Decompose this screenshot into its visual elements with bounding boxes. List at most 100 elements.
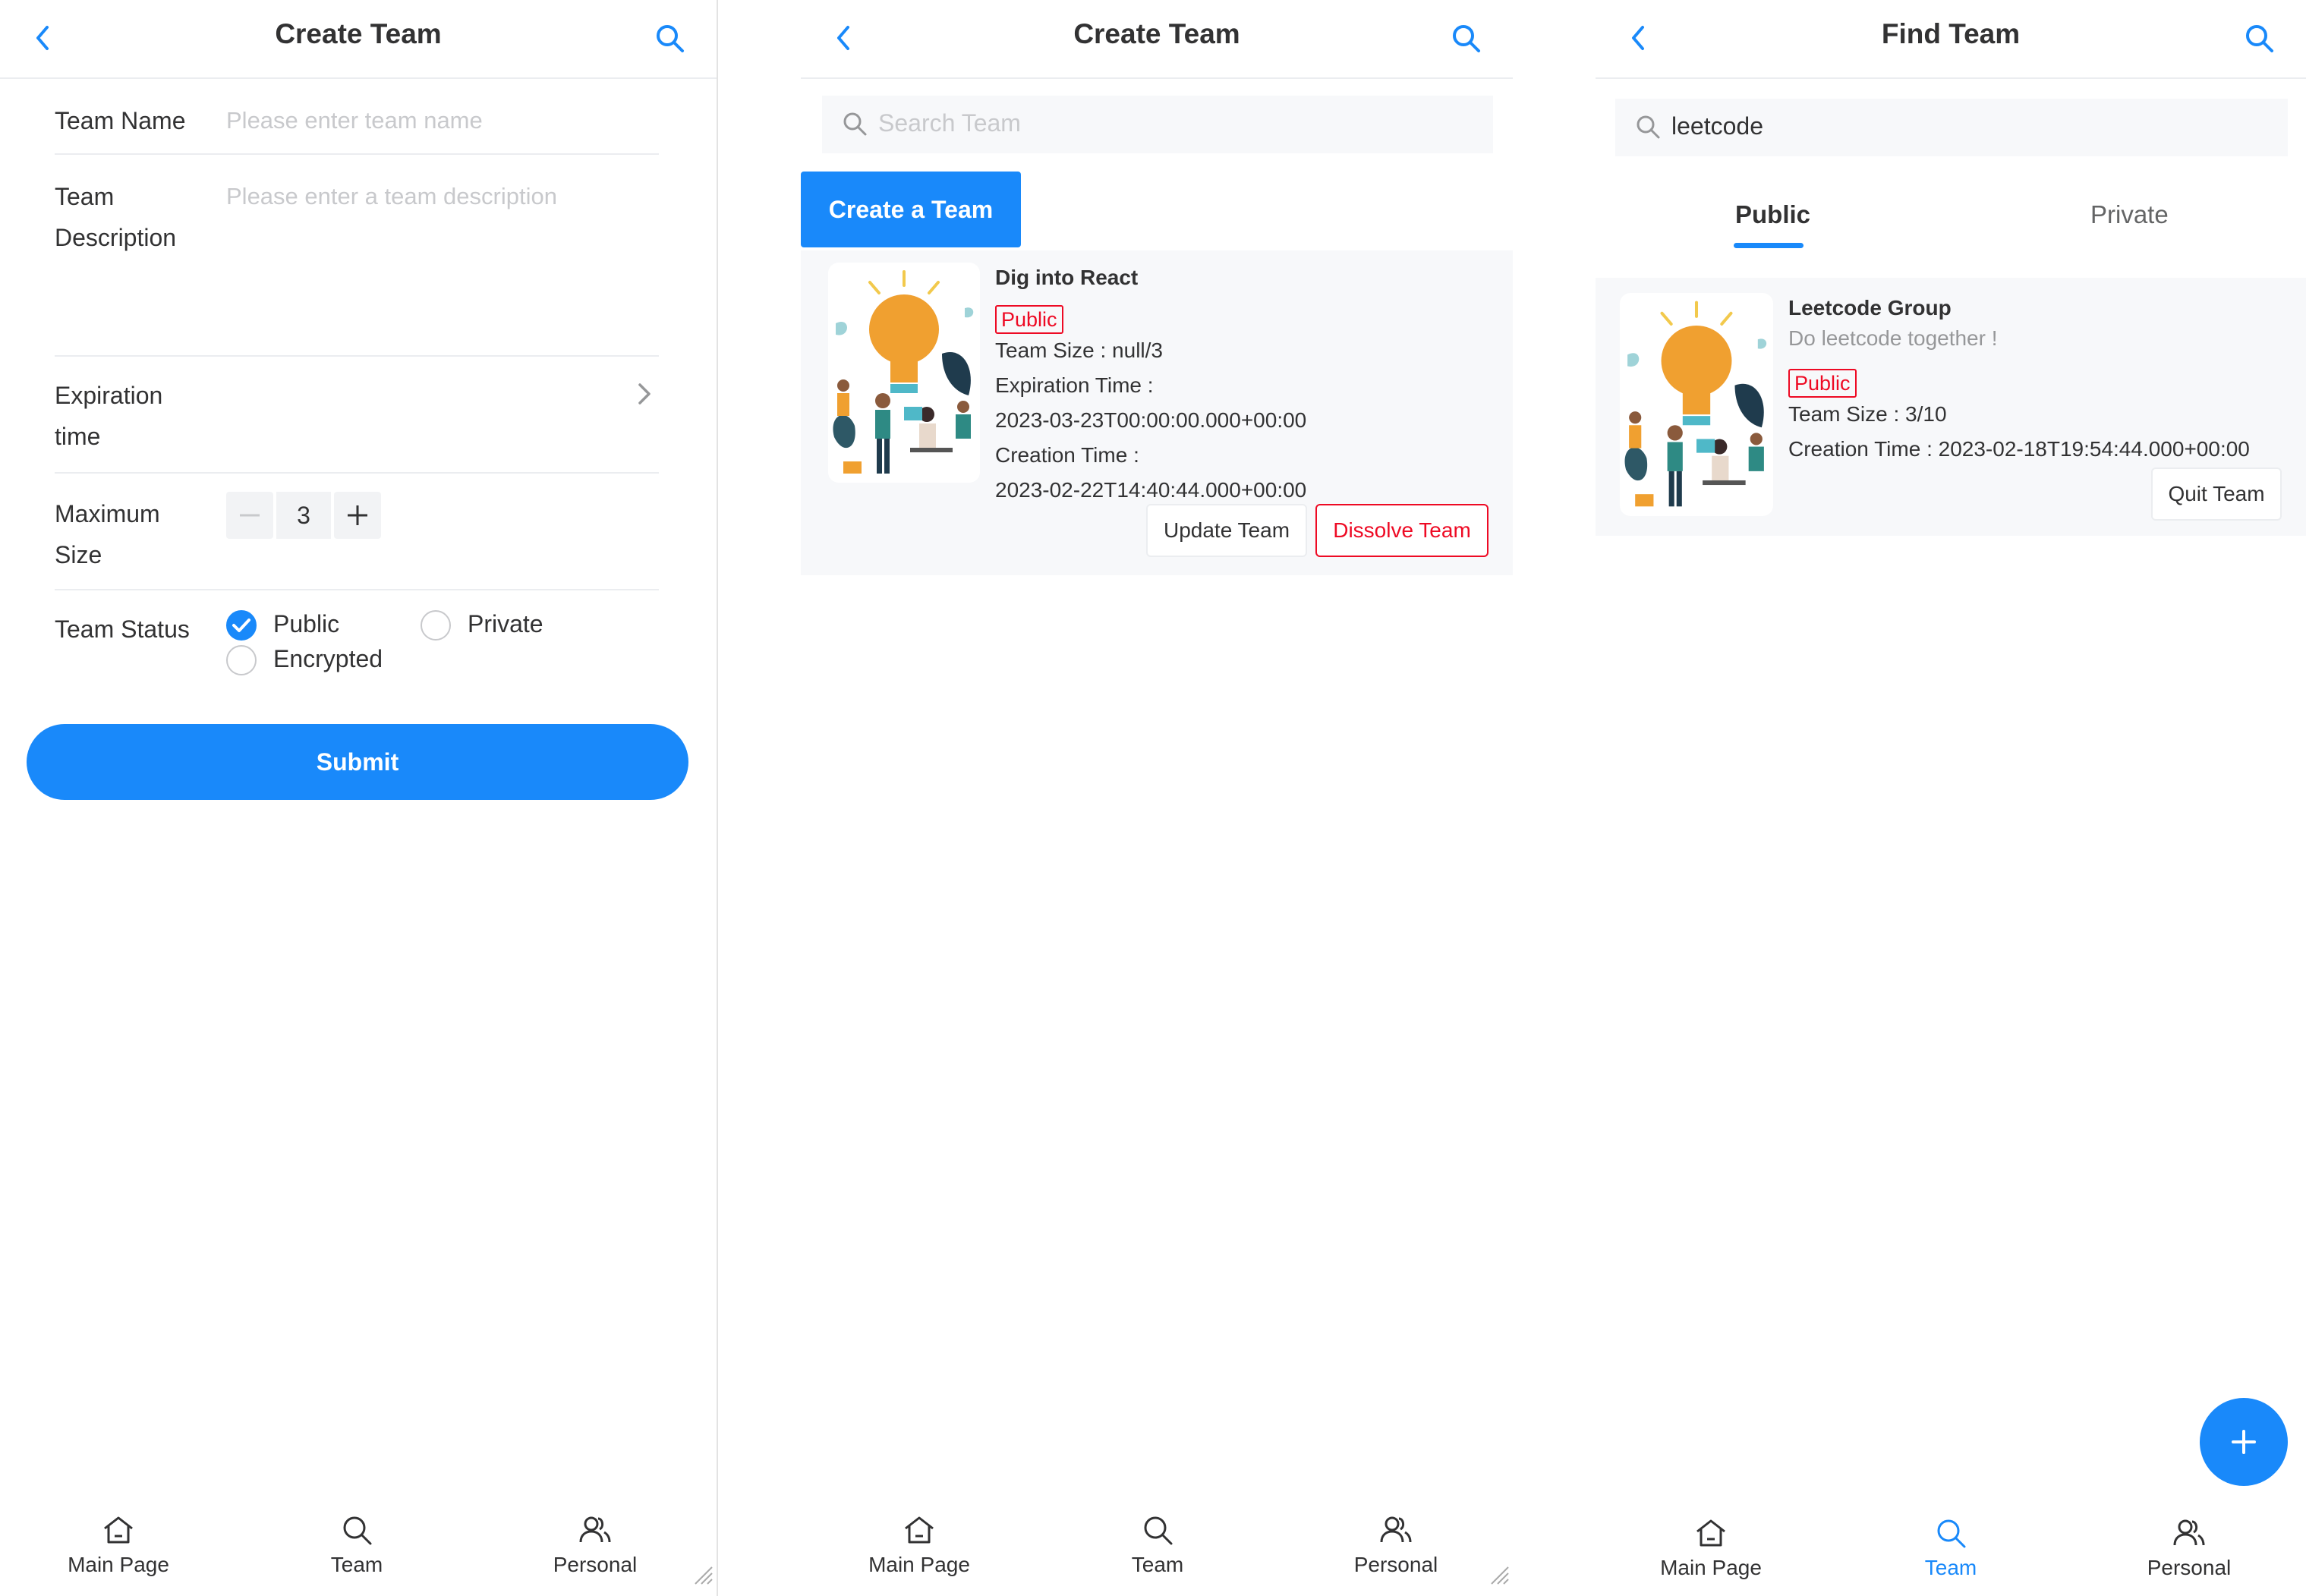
home-icon: [905, 1516, 934, 1544]
search-icon: [1637, 115, 1660, 139]
max-size-field: Maximum Size 3: [55, 474, 659, 590]
team-description-label-line1: Team: [55, 183, 115, 210]
team-title: Leetcode Group: [1788, 296, 1952, 320]
update-team-button[interactable]: Update Team: [1146, 504, 1307, 557]
radio-private[interactable]: Private: [421, 609, 572, 645]
tab-public[interactable]: Public: [1735, 200, 1810, 229]
team-thumbnail-image: [1620, 293, 1773, 516]
expiration-time-field[interactable]: Expiration time: [55, 357, 659, 474]
search-icon: [1937, 1519, 1966, 1548]
navbar: Create Team: [801, 0, 1513, 79]
team-status-label: Team Status: [55, 615, 190, 643]
expiration-label-line2: time: [55, 423, 101, 450]
tab-team[interactable]: Team: [1082, 1503, 1233, 1577]
search-value: leetcode: [1671, 112, 1763, 140]
tab-personal[interactable]: Personal: [519, 1503, 671, 1577]
max-size-label: Maximum Size: [55, 493, 222, 575]
team-size-text: Team Size : null/3: [995, 338, 1163, 362]
search-icon[interactable]: [654, 23, 686, 55]
team-description-textarea[interactable]: Please enter a team description: [226, 176, 651, 328]
create-team-form-panel: Create Team Team Name Please enter team …: [0, 0, 717, 1596]
page-title: Create Team: [275, 18, 442, 49]
team-size-text: Team Size : 3/10: [1788, 402, 1947, 426]
search-icon[interactable]: [2244, 23, 2276, 55]
my-teams-panel: Create Team Search Team Create a Team Di…: [801, 0, 1513, 1596]
radio-unchecked-icon: [226, 645, 257, 675]
tab-label: Team: [1131, 1553, 1184, 1576]
navbar: Find Team: [1596, 0, 2306, 79]
find-team-panel: Find Team leetcode Public Private Leetco…: [1596, 0, 2306, 1596]
chevron-right-icon: [638, 383, 651, 405]
radio-private-label: Private: [468, 610, 543, 637]
bottom-tabbar: Main Page Team Personal: [0, 1503, 717, 1596]
plus-icon: [2232, 1430, 2256, 1454]
expiration-value: 2023-03-23T00:00:00.000+00:00: [995, 408, 1307, 432]
tab-label: Main Page: [868, 1553, 970, 1576]
page-title: Find Team: [1881, 18, 2021, 49]
expiration-time-label: Expiration time: [55, 375, 222, 457]
resize-handle-icon[interactable]: [1487, 1563, 1510, 1585]
search-input[interactable]: leetcode: [1615, 99, 2288, 156]
users-icon: [1380, 1516, 1412, 1543]
tab-team[interactable]: Team: [281, 1503, 433, 1577]
search-input[interactable]: Search Team: [822, 96, 1493, 153]
max-size-label-line2: Size: [55, 541, 102, 568]
team-description-label: Team Description: [55, 176, 222, 258]
max-size-label-line1: Maximum: [55, 500, 160, 527]
tab-main-page[interactable]: Main Page: [843, 1503, 995, 1577]
tab-private[interactable]: Private: [2090, 200, 2169, 229]
team-card: Dig into React Public Team Size : null/3…: [801, 250, 1513, 575]
minus-icon: [240, 514, 260, 517]
radio-public-label: Public: [273, 610, 340, 637]
active-tab-indicator: [1734, 243, 1804, 248]
submit-button[interactable]: Submit: [27, 724, 688, 800]
creation-value: 2023-02-22T14:40:44.000+00:00: [995, 478, 1307, 502]
resize-handle-icon[interactable]: [691, 1563, 714, 1585]
search-placeholder: Search Team: [878, 109, 1021, 137]
status-badge: Public: [1788, 369, 1857, 398]
bottom-tabbar: Main Page Team Personal: [801, 1503, 1513, 1596]
panel-divider: [717, 0, 718, 1596]
tab-team[interactable]: Team: [1875, 1506, 2027, 1580]
team-description-label-line2: Description: [55, 224, 177, 251]
page-title: Create Team: [1073, 18, 1240, 49]
tab-personal[interactable]: Personal: [2113, 1506, 2265, 1580]
team-name-label: Team Name: [55, 107, 186, 134]
expiration-label: Expiration Time :: [995, 373, 1154, 397]
users-icon: [2173, 1519, 2205, 1546]
create-team-button[interactable]: Create a Team: [801, 172, 1021, 247]
tab-label: Personal: [553, 1553, 638, 1576]
radio-encrypted[interactable]: Encrypted: [226, 644, 408, 680]
expiration-label-line1: Expiration: [55, 382, 163, 409]
team-name-field: Team Name Please enter team name: [55, 99, 659, 155]
team-title: Dig into React: [995, 266, 1139, 289]
team-card: Leetcode Group Do leetcode together ! Pu…: [1596, 278, 2306, 536]
bottom-tabbar: Main Page Team Personal: [1596, 1506, 2306, 1596]
tab-main-page[interactable]: Main Page: [43, 1503, 194, 1577]
team-thumbnail-image: [828, 263, 980, 483]
quit-team-button[interactable]: Quit Team: [2151, 467, 2282, 521]
tab-label: Main Page: [68, 1553, 169, 1576]
stepper-plus-button[interactable]: [334, 492, 381, 539]
add-team-button[interactable]: [2200, 1398, 2288, 1486]
team-name-input[interactable]: Please enter team name: [226, 100, 483, 141]
creation-time-text: Creation Time : 2023-02-18T19:54:44.000+…: [1788, 437, 2250, 461]
tab-main-page[interactable]: Main Page: [1635, 1506, 1787, 1580]
tab-label: Team: [1924, 1556, 1977, 1579]
radio-public[interactable]: Public: [226, 609, 363, 645]
radio-unchecked-icon: [421, 610, 451, 641]
tab-personal[interactable]: Personal: [1320, 1503, 1472, 1577]
tab-label: Team: [330, 1553, 383, 1576]
stepper-value[interactable]: 3: [276, 492, 331, 539]
navbar: Create Team: [0, 0, 717, 79]
search-icon: [343, 1516, 372, 1545]
home-icon: [1696, 1519, 1725, 1547]
radio-encrypted-label: Encrypted: [273, 645, 383, 672]
dissolve-team-button[interactable]: Dissolve Team: [1315, 504, 1489, 557]
home-icon: [104, 1516, 133, 1544]
creation-label: Creation Time :: [995, 443, 1139, 467]
search-icon: [1144, 1516, 1173, 1545]
search-icon[interactable]: [1451, 23, 1482, 55]
stepper-minus-button[interactable]: [226, 492, 273, 539]
radio-checked-icon: [226, 610, 257, 641]
